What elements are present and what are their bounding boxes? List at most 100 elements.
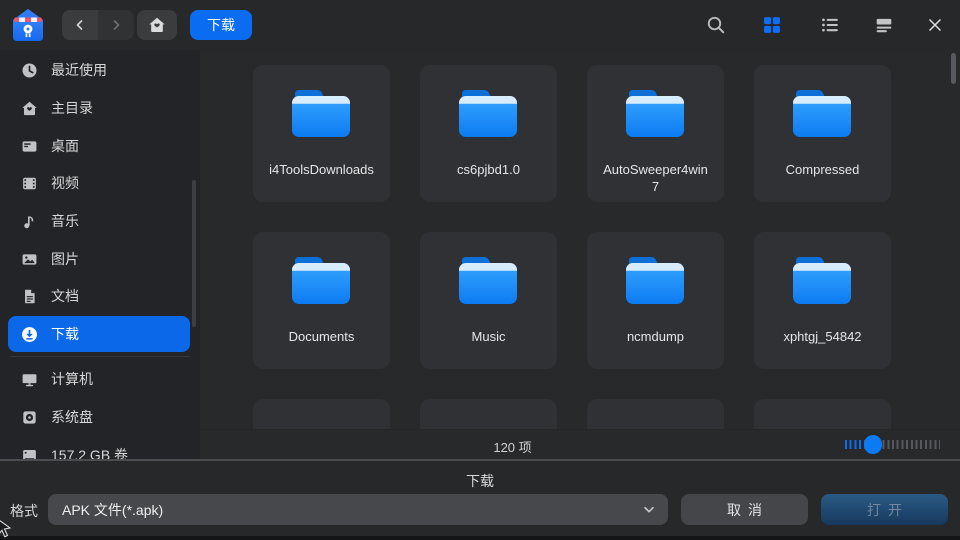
chevron-down-icon	[640, 501, 658, 519]
folder-tile[interactable]: AutoSweeper4win7	[587, 65, 724, 202]
file-view: i4ToolsDownloads cs6pjbd1.0 AutoSweeper4…	[200, 50, 960, 460]
folder-tile-partial[interactable]	[587, 399, 724, 429]
sidebar-item-volume[interactable]: 157.2 GB 卷	[8, 437, 190, 461]
sidebar-item-documents[interactable]: 文档	[8, 278, 190, 314]
folder-name: Compressed	[770, 161, 875, 178]
forward-icon	[108, 17, 124, 33]
dialog-title: 下载	[0, 471, 960, 491]
icon-size-slider-fill	[845, 440, 864, 449]
sidebar-item-videos[interactable]: 视频	[8, 165, 190, 201]
sidebar-item-label: 下载	[51, 324, 79, 344]
video-icon	[21, 175, 38, 192]
nav-buttons	[62, 10, 134, 40]
close-icon	[926, 16, 944, 34]
grid-view-button[interactable]	[760, 13, 784, 37]
back-icon	[72, 17, 88, 33]
picture-icon	[21, 251, 38, 268]
mouse-cursor	[0, 519, 13, 540]
folder-icon	[623, 87, 687, 139]
folder-icon	[289, 87, 353, 139]
file-view-scrollbar[interactable]	[951, 53, 956, 84]
music-icon	[21, 213, 38, 230]
sidebar-item-recent[interactable]: 最近使用	[8, 52, 190, 88]
forward-button[interactable]	[98, 10, 134, 40]
sidebar: 最近使用主目录桌面视频音乐图片文档下载计算机系统盘 157.2 GB 卷	[0, 50, 200, 461]
desktop-icon	[21, 138, 38, 155]
folder-name: cs6pjbd1.0	[436, 161, 541, 178]
back-button[interactable]	[62, 10, 98, 40]
open-button[interactable]: 打开	[821, 494, 948, 525]
folder-tile-partial[interactable]	[754, 399, 891, 429]
sidebar-item-label: 视频	[51, 173, 79, 193]
detail-view-button[interactable]	[872, 13, 896, 37]
sidebar-item-music[interactable]: 音乐	[8, 203, 190, 239]
sidebar-item-label: 图片	[51, 249, 79, 269]
folder-icon	[289, 254, 353, 306]
disk-icon	[21, 409, 38, 426]
home-icon	[21, 100, 38, 117]
app-store-icon	[10, 7, 46, 43]
cancel-button[interactable]: 取消	[681, 494, 808, 525]
list-view-icon	[821, 16, 839, 34]
file-chooser-dialog: 下载 最近使用主目录桌面视频音乐图片文档下载计算机系统盘157.2 GB 卷 i…	[0, 0, 960, 540]
grid-view-icon	[763, 16, 781, 34]
home-button[interactable]	[137, 10, 177, 40]
folder-tile[interactable]: ncmdump	[587, 232, 724, 369]
sidebar-item-pictures[interactable]: 图片	[8, 241, 190, 277]
format-label: 格式	[10, 501, 38, 521]
folder-name: i4ToolsDownloads	[269, 161, 374, 178]
folder-tile-partial[interactable]	[420, 399, 557, 429]
breadcrumb[interactable]: 下载	[190, 10, 252, 40]
sidebar-separator	[10, 356, 190, 357]
clock-icon	[21, 62, 38, 79]
list-view-button[interactable]	[818, 13, 842, 37]
sidebar-item-label: 音乐	[51, 211, 79, 231]
statusbar: 120 项	[200, 429, 960, 460]
folder-icon	[790, 254, 854, 306]
sidebar-scrollbar[interactable]	[192, 180, 196, 327]
folder-name: ncmdump	[603, 328, 708, 345]
sidebar-item-label: 系统盘	[51, 407, 93, 427]
download-icon	[21, 326, 38, 343]
folder-tile[interactable]: Music	[420, 232, 557, 369]
sidebar-item-label: 桌面	[51, 136, 79, 156]
folder-icon	[790, 87, 854, 139]
home-icon	[148, 16, 166, 34]
close-button[interactable]	[923, 13, 947, 37]
sidebar-item-label: 最近使用	[51, 60, 107, 80]
folder-tile[interactable]: cs6pjbd1.0	[420, 65, 557, 202]
sidebar-item-home[interactable]: 主目录	[8, 90, 190, 126]
folder-tile[interactable]: xphtgj_54842	[754, 232, 891, 369]
folder-name: Music	[436, 328, 541, 345]
search-button[interactable]	[704, 13, 728, 37]
document-icon	[21, 288, 38, 305]
folder-icon	[456, 87, 520, 139]
folder-tile[interactable]: Documents	[253, 232, 390, 369]
folder-name: xphtgj_54842	[770, 328, 875, 345]
dialog-footer: 下载 格式 APK 文件(*.apk) 取消 打开	[0, 461, 960, 536]
file-grid: i4ToolsDownloads cs6pjbd1.0 AutoSweeper4…	[200, 50, 960, 429]
folder-name: AutoSweeper4win7	[603, 161, 708, 195]
folder-name: Documents	[269, 328, 374, 345]
sidebar-item-downloads[interactable]: 下载	[8, 316, 190, 352]
folder-tile[interactable]: i4ToolsDownloads	[253, 65, 390, 202]
search-icon	[706, 15, 726, 35]
sidebar-item-system-disk[interactable]: 系统盘	[8, 399, 190, 435]
sidebar-item-computer[interactable]: 计算机	[8, 361, 190, 397]
sidebar-item-desktop[interactable]: 桌面	[8, 128, 190, 164]
computer-icon	[21, 371, 38, 388]
format-dropdown-value: APK 文件(*.apk)	[62, 500, 163, 520]
detail-view-icon	[875, 16, 893, 34]
sidebar-item-label: 文档	[51, 286, 79, 306]
folder-icon	[623, 254, 687, 306]
sidebar-item-label: 主目录	[51, 98, 93, 118]
sidebar-item-label: 计算机	[51, 369, 93, 389]
folder-icon	[456, 254, 520, 306]
window-bottom-edge	[0, 536, 960, 540]
folder-tile-partial[interactable]	[253, 399, 390, 429]
format-dropdown[interactable]: APK 文件(*.apk)	[48, 494, 668, 525]
icon-size-slider-handle[interactable]	[864, 435, 882, 454]
item-count: 120 项	[200, 437, 825, 456]
titlebar: 下载	[0, 0, 960, 50]
folder-tile[interactable]: Compressed	[754, 65, 891, 202]
